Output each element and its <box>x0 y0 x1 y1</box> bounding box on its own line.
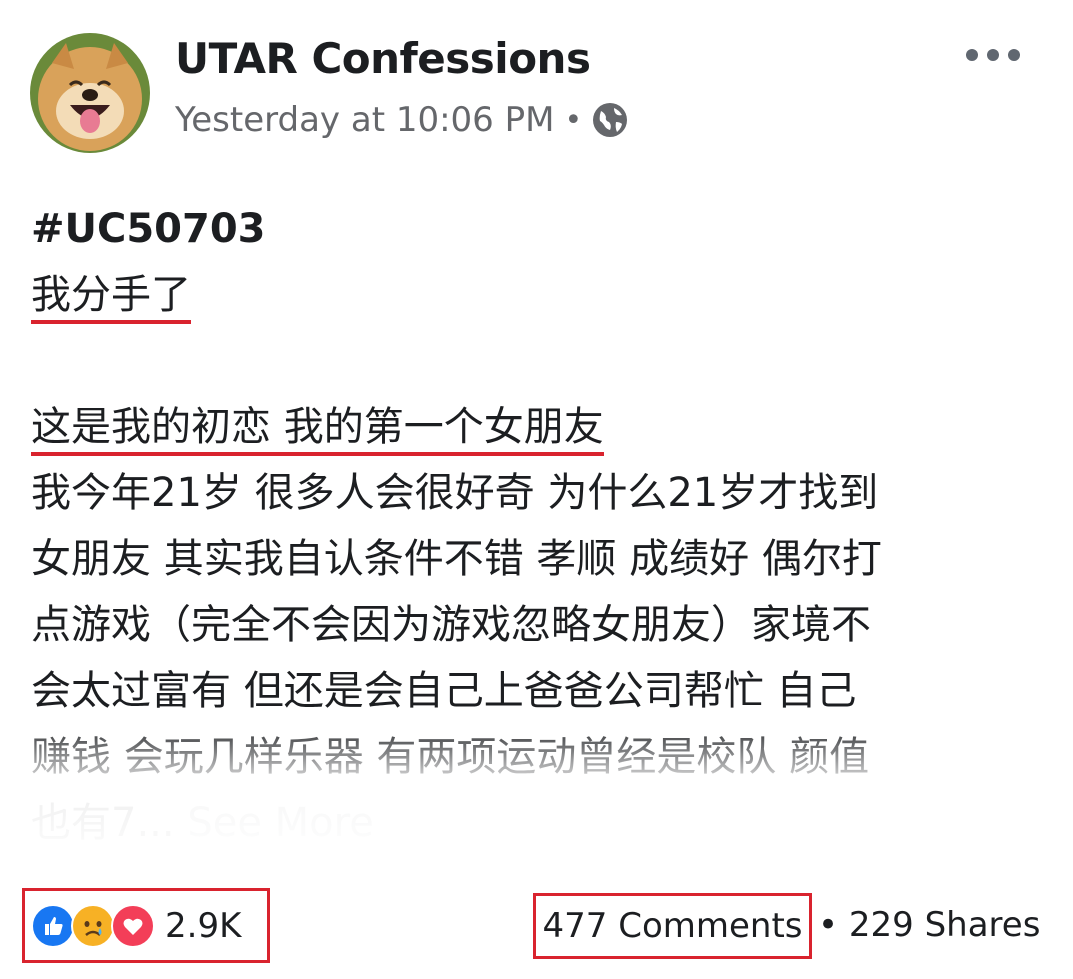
dog-avatar-image <box>30 33 150 153</box>
globe-icon[interactable] <box>592 102 628 138</box>
post-timestamp[interactable]: Yesterday at 10:06 PM <box>175 100 554 140</box>
meta-separator: • <box>564 102 583 138</box>
more-options-button[interactable] <box>966 40 1020 70</box>
footer-separator: • <box>818 905 839 945</box>
post-last-line: 也有7... See More <box>31 790 1051 856</box>
like-icon <box>31 903 75 948</box>
see-more-link[interactable]: See More <box>187 800 373 846</box>
comments-count-link[interactable]: 477 Comments <box>533 893 812 959</box>
post-hashtag[interactable]: #UC50703 <box>31 196 1051 262</box>
love-icon <box>111 903 155 948</box>
more-dot <box>1008 49 1020 61</box>
post-line: 点游戏（完全不会因为游戏忽略女朋友）家境不 <box>31 602 871 648</box>
post-line: 也有7... <box>31 800 175 846</box>
reactions-summary[interactable]: 2.9K <box>22 888 270 963</box>
page-avatar[interactable] <box>30 33 150 153</box>
more-dot <box>966 49 978 61</box>
post-body: #UC50703 我分手了 这是我的初恋 我的第一个女朋友 我今年21岁 很多人… <box>31 196 1051 856</box>
more-dot <box>987 49 999 61</box>
page-name[interactable]: UTAR Confessions <box>175 34 591 83</box>
post-line: 女朋友 其实我自认条件不错 孝顺 成绩好 偶尔打 <box>31 536 882 582</box>
post-line-highlighted: 这是我的初恋 我的第一个女朋友 <box>31 404 604 456</box>
shares-info: • 229 Shares <box>818 905 1040 945</box>
post-line: 会太过富有 但还是会自己上爸爸公司帮忙 自己 <box>31 668 857 714</box>
shares-count-link[interactable]: 229 Shares <box>849 905 1041 945</box>
post-line: 赚钱 会玩几样乐器 有两项运动曾经是校队 颜值 <box>31 734 870 780</box>
post-title: 我分手了 <box>31 272 191 324</box>
post-meta: Yesterday at 10:06 PM • <box>175 100 628 140</box>
reaction-count: 2.9K <box>165 905 242 946</box>
sad-icon <box>71 903 115 948</box>
post-line: 我今年21岁 很多人会很好奇 为什么21岁才找到 <box>31 470 879 516</box>
